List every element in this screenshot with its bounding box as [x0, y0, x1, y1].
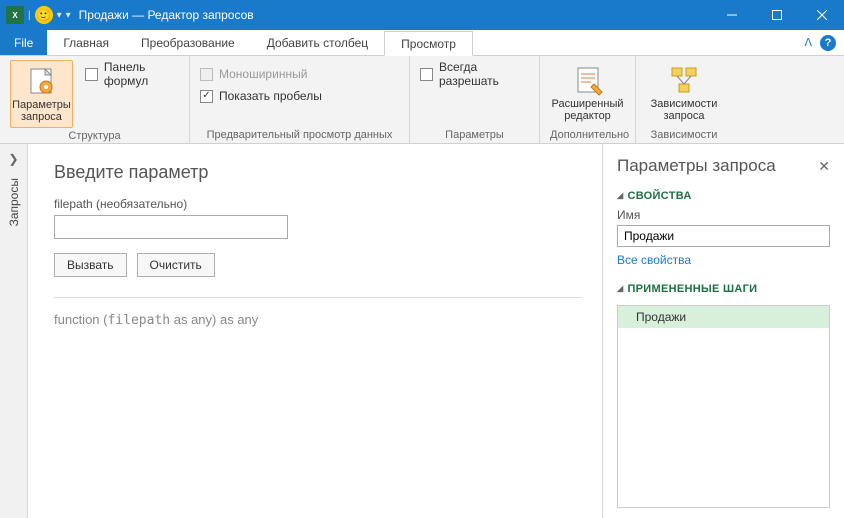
tab-home[interactable]: Главная — [47, 30, 125, 55]
minimize-button[interactable] — [709, 0, 754, 30]
tab-transform[interactable]: Преобразование — [125, 30, 251, 55]
pane-title: Параметры запроса — [617, 156, 776, 176]
ribbon-tabstrip: File Главная Преобразование Добавить сто… — [0, 30, 844, 56]
ribbon-collapse-icon[interactable]: ᐱ — [804, 36, 812, 49]
maximize-icon — [772, 10, 782, 20]
queries-label: Запросы — [7, 178, 21, 226]
minimize-icon — [727, 10, 737, 20]
query-settings-pane: Параметры запроса ✕ СВОЙСТВА Имя Все сво… — [602, 144, 844, 518]
group-label-preview: Предварительный просмотр данных — [200, 127, 399, 141]
close-icon — [817, 10, 827, 20]
divider — [54, 297, 582, 298]
checkbox-icon — [200, 90, 213, 103]
checkbox-icon — [85, 68, 98, 81]
excel-icon: X — [6, 6, 24, 24]
feedback-smiley-icon[interactable]: 🙂 — [35, 6, 53, 24]
group-label-structure: Структура — [10, 128, 179, 142]
main-content: Введите параметр filepath (необязательно… — [28, 144, 602, 518]
invoke-button[interactable]: Вызвать — [54, 253, 127, 277]
query-dependencies-icon — [668, 64, 700, 96]
help-button[interactable]: ? — [820, 35, 836, 51]
clear-button[interactable]: Очистить — [137, 253, 215, 277]
qat-overflow-icon[interactable]: ▾ — [66, 10, 71, 21]
checkbox-icon — [200, 68, 213, 81]
qat-dropdown-icon[interactable]: ▾ — [57, 10, 62, 21]
pane-close-button[interactable]: ✕ — [818, 158, 830, 175]
queries-pane-collapsed[interactable]: ❯ Запросы — [0, 144, 28, 518]
qat-separator: | — [28, 10, 31, 21]
group-label-advanced: Дополнительно — [550, 127, 625, 141]
applied-steps-section-title[interactable]: ПРИМЕНЕННЫЕ ШАГИ — [617, 283, 830, 295]
filepath-input[interactable] — [54, 215, 288, 239]
tab-file[interactable]: File — [0, 30, 47, 55]
maximize-button[interactable] — [754, 0, 799, 30]
name-label: Имя — [617, 208, 830, 222]
show-whitespace-checkbox[interactable]: Показать пробелы — [200, 86, 322, 106]
function-signature: function (filepath as any) as any — [54, 312, 582, 328]
checkbox-icon — [420, 68, 433, 81]
query-name-input[interactable] — [617, 225, 830, 247]
applied-step-item[interactable]: Продажи — [618, 306, 829, 328]
query-settings-icon — [25, 65, 57, 97]
workspace: ❯ Запросы Введите параметр filepath (нео… — [0, 144, 844, 518]
filepath-label: filepath (необязательно) — [54, 197, 582, 211]
group-label-parameters: Параметры — [420, 127, 529, 141]
tab-add-column[interactable]: Добавить столбец — [251, 30, 384, 55]
query-dependencies-button[interactable]: Зависимости запроса — [648, 60, 720, 126]
all-properties-link[interactable]: Все свойства — [617, 253, 830, 267]
titlebar: X | 🙂 ▾ ▾ Продажи — Редактор запросов — [0, 0, 844, 30]
group-label-dependencies: Зависимости — [646, 127, 722, 141]
advanced-editor-icon — [572, 64, 604, 96]
enter-parameter-heading: Введите параметр — [54, 162, 582, 183]
tab-view[interactable]: Просмотр — [384, 31, 473, 56]
formula-bar-checkbox[interactable]: Панель формул — [85, 64, 179, 84]
query-settings-button[interactable]: Параметры запроса — [10, 60, 73, 128]
applied-steps-list: Продажи — [617, 305, 830, 508]
properties-section-title[interactable]: СВОЙСТВА — [617, 190, 830, 202]
window-title: Продажи — Редактор запросов — [79, 8, 254, 22]
close-button[interactable] — [799, 0, 844, 30]
always-allow-checkbox[interactable]: Всегда разрешать — [420, 64, 529, 84]
ribbon: Параметры запроса Панель формул Структур… — [0, 56, 844, 144]
monospaced-checkbox[interactable]: Моноширинный — [200, 64, 322, 84]
advanced-editor-button[interactable]: Расширенный редактор — [552, 60, 624, 126]
expand-chevron-icon[interactable]: ❯ — [8, 152, 18, 166]
